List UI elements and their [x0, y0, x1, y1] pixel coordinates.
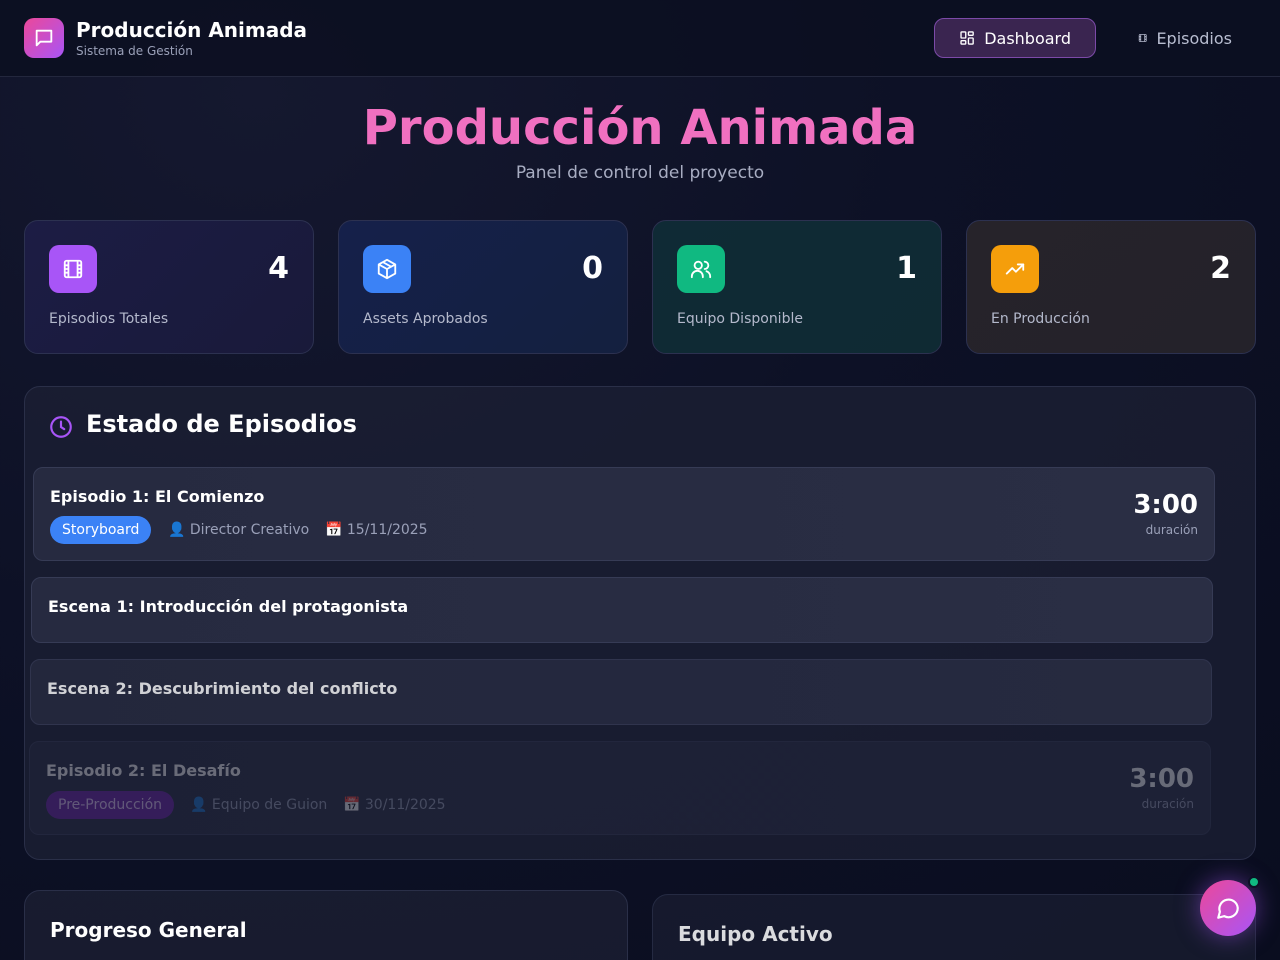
- episode-owner: 👤 Equipo de Guion: [190, 797, 328, 813]
- nav-dashboard-label: Dashboard: [984, 28, 1071, 48]
- app-title: Producción Animada: [76, 18, 308, 42]
- online-status-dot: [1248, 876, 1260, 888]
- stat-card-equipo: 1 Equipo Disponible: [652, 220, 942, 354]
- trending-up-icon: [1005, 263, 1025, 275]
- box-icon: [377, 258, 397, 280]
- stat-icon-wrap: [991, 245, 1039, 293]
- episode-title: Episodio 2: El Desafío: [46, 761, 241, 780]
- team-card: Equipo Activo: [652, 894, 1256, 960]
- stat-value: 2: [1210, 251, 1231, 286]
- users-icon: [690, 260, 712, 279]
- stat-label: Episodios Totales: [49, 311, 169, 327]
- stat-label: Equipo Disponible: [677, 311, 803, 327]
- status-badge: Pre-Producción: [46, 791, 175, 819]
- stat-card-episodios: 4 Episodios Totales: [24, 220, 314, 354]
- scene-row[interactable]: Escena 2: Descubrimiento del conflicto: [30, 659, 1212, 725]
- episode-date: 📅 30/11/2025: [343, 797, 446, 813]
- stat-card-produccion: 2 En Producción: [966, 220, 1256, 354]
- nav-episodios-button[interactable]: Episodios: [1114, 18, 1256, 58]
- page-title: Producción Animada: [362, 100, 918, 156]
- episode-date: 📅 15/11/2025: [325, 522, 428, 538]
- clock-icon: [48, 414, 74, 444]
- stat-value: 0: [582, 251, 603, 286]
- episode-duration-label: duración: [1145, 523, 1198, 537]
- stat-value: 1: [896, 251, 917, 286]
- film-icon: [1138, 34, 1147, 42]
- app-logo: [24, 18, 64, 58]
- chat-icon: [1217, 898, 1239, 919]
- page-subtitle: Panel de control del proyecto: [515, 163, 765, 183]
- team-card-title: Equipo Activo: [678, 922, 833, 946]
- grid-icon: [960, 31, 974, 45]
- status-badge: Storyboard: [50, 516, 152, 544]
- episode-owner: 👤 Director Creativo: [168, 522, 310, 538]
- stat-value: 4: [268, 251, 289, 286]
- episodes-panel-title: Estado de Episodios: [86, 410, 357, 438]
- stat-label: Assets Aprobados: [363, 311, 488, 327]
- nav-episodios-label: Episodios: [1156, 28, 1232, 48]
- nav-dashboard-button[interactable]: Dashboard: [934, 18, 1096, 58]
- stat-icon-wrap: [677, 245, 725, 293]
- progress-card: Progreso General: [24, 890, 628, 960]
- stat-label: En Producción: [991, 311, 1090, 327]
- episode-duration: 3:00: [1133, 490, 1198, 520]
- episode-row[interactable]: Episodio 1: El Comienzo Storyboard 👤 Dir…: [33, 467, 1215, 561]
- scene-title: Escena 2: Descubrimiento del conflicto: [47, 679, 398, 698]
- film-icon: [63, 259, 83, 279]
- episode-title: Episodio 1: El Comienzo: [50, 487, 265, 506]
- scene-row[interactable]: Escena 1: Introducción del protagonista: [31, 577, 1213, 643]
- chat-button[interactable]: [1200, 880, 1256, 936]
- episode-row[interactable]: Episodio 2: El Desafío Pre-Producción 👤 …: [29, 741, 1211, 835]
- episode-duration-label: duración: [1141, 797, 1194, 811]
- progress-card-title: Progreso General: [50, 918, 247, 942]
- message-square-icon: [35, 29, 53, 47]
- stat-icon-wrap: [363, 245, 411, 293]
- scene-title: Escena 1: Introducción del protagonista: [48, 597, 409, 616]
- episode-duration: 3:00: [1129, 764, 1194, 794]
- app-subtitle: Sistema de Gestión: [76, 44, 193, 58]
- stat-card-assets: 0 Assets Aprobados: [338, 220, 628, 354]
- stat-icon-wrap: [49, 245, 97, 293]
